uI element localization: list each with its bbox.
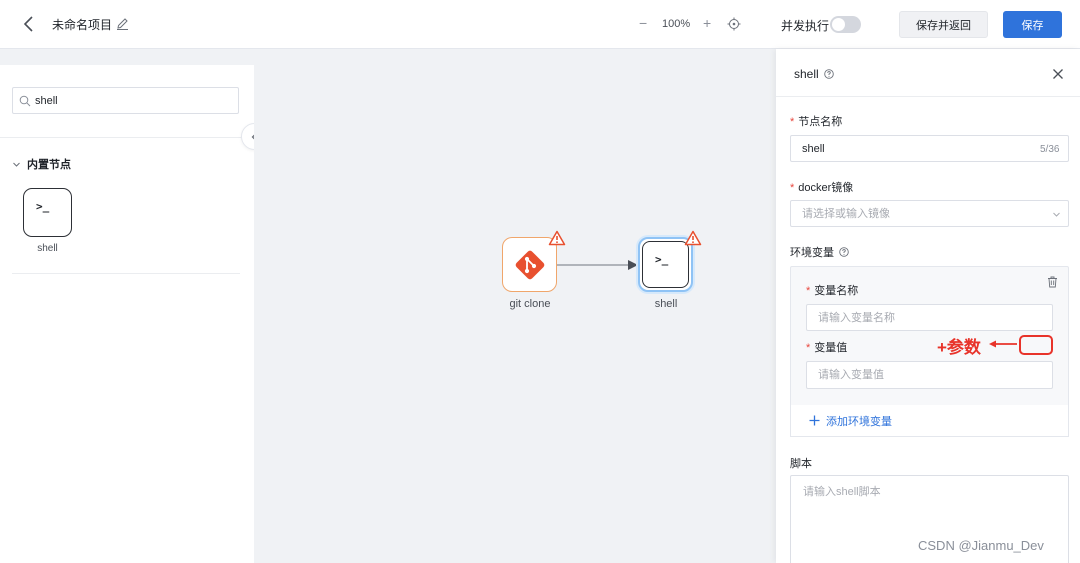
annotation-highlight-box: [1019, 335, 1053, 355]
node-search[interactable]: [12, 87, 239, 114]
plus-icon: [809, 415, 820, 426]
palette-node-label: shell: [37, 243, 58, 254]
project-title: 未命名项目: [52, 18, 113, 32]
edit-pencil-icon[interactable]: [116, 17, 129, 30]
trash-icon[interactable]: [1047, 276, 1058, 288]
required-mark: *: [790, 116, 795, 128]
palette-node-shell[interactable]: >_: [23, 188, 72, 237]
close-icon[interactable]: [1052, 68, 1064, 80]
env-value-input[interactable]: [806, 361, 1053, 389]
workflow-canvas[interactable]: git clone >_ shell: [254, 49, 776, 563]
docker-image-select[interactable]: [790, 200, 1069, 227]
script-label: 脚本: [790, 458, 812, 470]
env-name-input[interactable]: [806, 304, 1053, 331]
top-bar: 未命名项目 − 100% + 并发执行 保存并返回 保存: [0, 0, 1080, 49]
divider: [0, 137, 254, 138]
env-vars-label: 环境变量: [790, 244, 849, 260]
search-input[interactable]: [35, 92, 230, 110]
chevron-down-icon: [13, 162, 20, 167]
env-value-label: * 变量值: [806, 342, 848, 354]
category-builtin-nodes[interactable]: 内置节点: [12, 156, 71, 172]
help-icon[interactable]: [823, 69, 834, 79]
terminal-icon: >_: [36, 200, 50, 213]
toggle-knob: [832, 18, 845, 31]
add-env-var-button[interactable]: 添加环境变量: [790, 405, 1069, 437]
node-name-input[interactable]: [790, 135, 1069, 162]
zoom-level: 100%: [662, 18, 691, 30]
required-mark: *: [806, 285, 811, 297]
terminal-icon: >_: [655, 253, 669, 266]
concurrency-toggle[interactable]: [830, 16, 861, 33]
warning-icon[interactable]: [684, 230, 702, 246]
git-icon: [515, 250, 545, 280]
save-button[interactable]: 保存: [1003, 11, 1062, 38]
divider: [12, 273, 240, 274]
chevron-down-icon: [1053, 212, 1060, 217]
required-mark: *: [806, 342, 811, 354]
warning-icon[interactable]: [548, 230, 566, 246]
search-icon: [19, 95, 31, 107]
divider: [776, 96, 1080, 97]
add-env-var-label: 添加环境变量: [826, 415, 892, 428]
watermark: CSDN @Jianmu_Dev: [918, 538, 1044, 553]
env-name-label: * 变量名称: [806, 285, 859, 297]
concurrency-label: 并发执行: [781, 19, 830, 33]
drawer-title: shell: [794, 67, 834, 81]
annotation-text: +参数: [937, 338, 981, 357]
annotation-arrow-icon: [989, 340, 1017, 348]
required-mark: *: [790, 182, 795, 194]
docker-image-label: * docker镜像: [790, 182, 854, 194]
char-counter: 5/36: [1040, 144, 1060, 155]
canvas-node-label: shell: [654, 298, 678, 310]
zoom-out-button[interactable]: −: [639, 15, 647, 31]
node-frame: >_: [642, 241, 689, 288]
back-arrow-icon[interactable]: [20, 14, 38, 34]
locate-center-icon[interactable]: [727, 17, 741, 31]
drawer-title-text: shell: [794, 67, 819, 81]
help-icon[interactable]: [839, 247, 849, 257]
save-and-return-button[interactable]: 保存并返回: [899, 11, 988, 38]
node-palette: 内置节点 >_ shell: [0, 65, 254, 563]
canvas-node-label: git clone: [509, 298, 551, 310]
node-config-drawer: shell *节点名称 5/36 *docker镜像 环境变量 *变量名称 *变…: [776, 49, 1080, 563]
zoom-in-button[interactable]: +: [703, 15, 711, 31]
node-name-label: * 节点名称: [790, 116, 843, 128]
category-label: 内置节点: [27, 159, 71, 171]
